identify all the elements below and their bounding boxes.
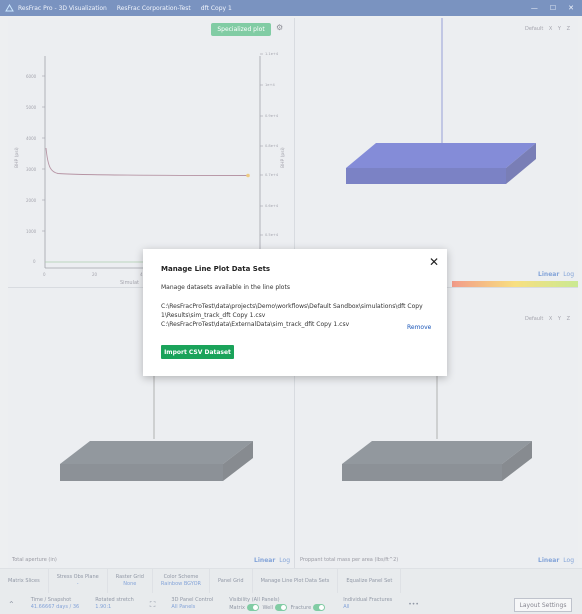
close-icon[interactable]: ✕	[429, 255, 439, 269]
dialog-description: Manage datasets available in the line pl…	[161, 284, 290, 291]
remove-dataset-link[interactable]: Remove	[407, 324, 431, 331]
import-csv-button[interactable]: Import CSV Dataset	[161, 345, 234, 359]
dataset-path: C:\ResFracProTest\data\projects\Demo\wor…	[161, 303, 423, 319]
manage-line-plot-dialog: Manage Line Plot Data Sets ✕ Manage data…	[143, 249, 447, 376]
dialog-title: Manage Line Plot Data Sets	[161, 265, 271, 273]
dataset-path: C:\ResFracProTest\data\ExternalData\sim_…	[161, 321, 350, 328]
